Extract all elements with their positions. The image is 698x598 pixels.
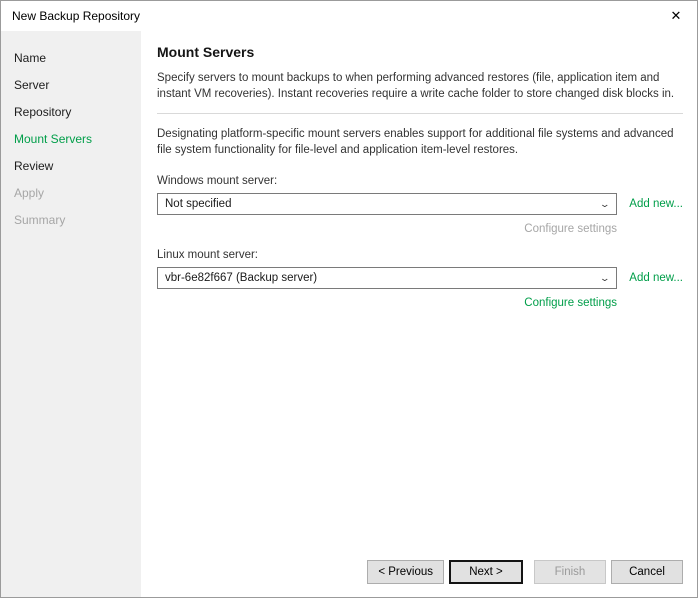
linux-mount-server-label: Linux mount server: [157,249,683,261]
linux-mount-server-value: vbr-6e82f667 (Backup server) [165,272,317,284]
wizard-steps-sidebar: Name Server Repository Mount Servers Rev… [1,31,141,597]
sidebar-item-name[interactable]: Name [14,45,141,72]
sidebar-item-mount-servers[interactable]: Mount Servers [14,126,141,153]
chevron-down-icon: ⌄ [600,199,611,210]
cancel-button[interactable]: Cancel [611,560,683,584]
main-content: Mount Servers Specify servers to mount b… [141,31,697,597]
linux-configure-settings-link[interactable]: Configure settings [157,297,617,309]
sidebar-item-apply: Apply [14,180,141,207]
linux-mount-server-field: Linux mount server: vbr-6e82f667 (Backup… [157,249,683,309]
sidebar-item-server[interactable]: Server [14,72,141,99]
sidebar-item-repository[interactable]: Repository [14,99,141,126]
previous-button[interactable]: < Previous [367,560,444,584]
next-button[interactable]: Next > [449,560,523,584]
windows-add-new-link[interactable]: Add new... [627,198,683,210]
page-title: Mount Servers [157,44,683,60]
mount-servers-note: Designating platform-specific mount serv… [157,126,683,158]
sidebar-item-summary: Summary [14,207,141,234]
linux-add-new-link[interactable]: Add new... [627,272,683,284]
page-description: Specify servers to mount backups to when… [157,70,683,102]
windows-mount-server-label: Windows mount server: [157,175,683,187]
titlebar: New Backup Repository ✕ [1,1,697,31]
new-backup-repository-dialog: New Backup Repository ✕ Name Server Repo… [0,0,698,598]
chevron-down-icon: ⌄ [600,273,611,284]
linux-mount-server-select[interactable]: vbr-6e82f667 (Backup server) ⌄ [157,267,617,289]
windows-mount-server-field: Windows mount server: Not specified ⌄ Ad… [157,175,683,235]
window-title: New Backup Repository [12,9,140,23]
close-icon[interactable]: ✕ [665,5,687,27]
windows-configure-settings-link: Configure settings [157,223,617,235]
windows-mount-server-select[interactable]: Not specified ⌄ [157,193,617,215]
divider [157,113,683,114]
sidebar-item-review[interactable]: Review [14,153,141,180]
windows-mount-server-value: Not specified [165,198,231,210]
finish-button: Finish [534,560,606,584]
wizard-footer: < Previous Next > Finish Cancel [157,560,683,585]
